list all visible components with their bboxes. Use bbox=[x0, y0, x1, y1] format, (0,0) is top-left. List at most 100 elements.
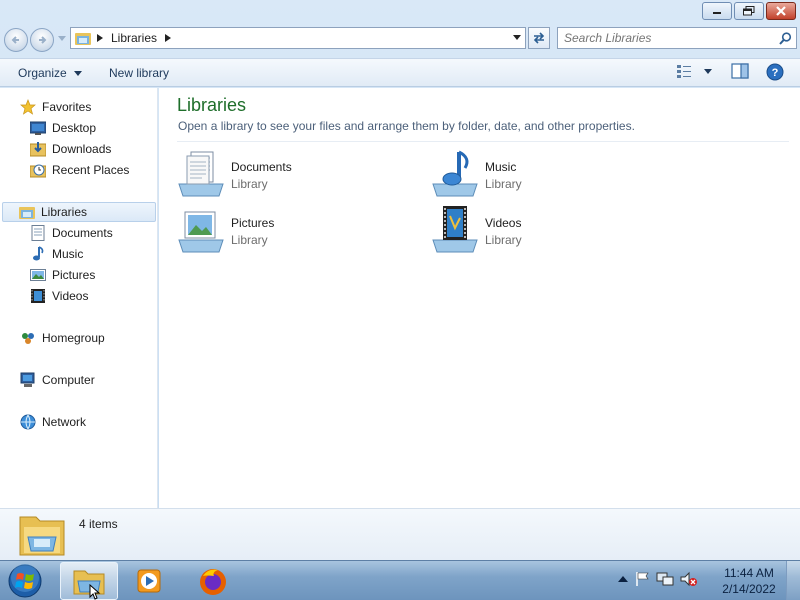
videos-icon bbox=[31, 289, 45, 303]
restore-button[interactable] bbox=[734, 2, 764, 20]
homegroup-icon bbox=[22, 333, 34, 344]
title-bar[interactable] bbox=[0, 0, 800, 24]
music-library-icon bbox=[432, 150, 478, 197]
nav-documents[interactable]: Documents bbox=[30, 223, 113, 243]
clock-date: 2/14/2022 bbox=[722, 582, 776, 596]
nav-label: Libraries bbox=[41, 205, 88, 219]
nav-label: Videos bbox=[52, 289, 89, 303]
restore-icon bbox=[743, 6, 755, 16]
mouse-cursor-icon bbox=[89, 584, 101, 600]
libraries-icon bbox=[19, 207, 35, 219]
view-details-icon bbox=[677, 65, 691, 78]
nav-recent-places[interactable]: Recent Places bbox=[30, 160, 129, 180]
library-type: Library bbox=[231, 177, 268, 191]
clock[interactable]: 11:44 AM 2/14/2022 bbox=[716, 565, 782, 597]
svg-text:?: ? bbox=[772, 67, 779, 79]
libraries-icon bbox=[19, 516, 65, 556]
music-icon bbox=[33, 246, 44, 261]
library-tile-music[interactable]: Music Library bbox=[431, 150, 671, 202]
star-icon bbox=[20, 99, 36, 115]
nav-label: Pictures bbox=[52, 268, 96, 282]
minimize-button[interactable] bbox=[702, 2, 732, 20]
page-title: Libraries bbox=[177, 95, 247, 115]
downloads-icon bbox=[30, 142, 46, 157]
library-tile-documents[interactable]: Documents Library bbox=[177, 150, 417, 202]
library-tile-videos[interactable]: Videos Library bbox=[431, 206, 671, 258]
nav-videos[interactable]: Videos bbox=[30, 286, 88, 306]
documents-icon bbox=[31, 225, 45, 241]
library-type: Library bbox=[231, 233, 268, 247]
details-pane: 4 items bbox=[0, 508, 800, 560]
taskbar-media-player[interactable] bbox=[120, 562, 178, 600]
organize-button[interactable]: Organize bbox=[18, 66, 83, 80]
nav-label: Computer bbox=[42, 373, 95, 387]
arrow-left-icon bbox=[11, 36, 19, 44]
chevron-down-icon bbox=[74, 71, 83, 77]
close-icon bbox=[776, 6, 786, 16]
nav-label: Network bbox=[42, 415, 87, 429]
organize-label: Organize bbox=[18, 66, 67, 80]
help-button[interactable]: ? bbox=[766, 63, 784, 81]
search-icon[interactable] bbox=[779, 32, 792, 45]
address-row: Libraries bbox=[0, 24, 800, 54]
taskbar-firefox[interactable] bbox=[184, 562, 242, 600]
videos-library-icon bbox=[432, 206, 478, 253]
start-button[interactable] bbox=[6, 563, 44, 599]
arrow-right-icon bbox=[39, 36, 47, 44]
preview-pane-icon bbox=[731, 63, 749, 79]
recent-places-icon bbox=[30, 164, 46, 178]
back-button[interactable] bbox=[4, 28, 28, 52]
show-hidden-icons-icon[interactable] bbox=[618, 575, 628, 583]
nav-homegroup[interactable]: Homegroup bbox=[20, 328, 105, 348]
nav-pictures[interactable]: Pictures bbox=[30, 265, 95, 285]
change-view-button[interactable] bbox=[676, 63, 712, 79]
nav-label: Homegroup bbox=[42, 331, 105, 345]
address-bar[interactable]: Libraries bbox=[70, 27, 526, 49]
pictures-library-icon bbox=[178, 211, 224, 253]
nav-desktop[interactable]: Desktop bbox=[30, 118, 96, 138]
volume-muted-icon[interactable] bbox=[680, 571, 698, 587]
media-player-icon bbox=[137, 569, 161, 593]
search-input[interactable] bbox=[564, 31, 774, 45]
nav-label: Desktop bbox=[52, 121, 97, 135]
library-tile-pictures[interactable]: Pictures Library bbox=[177, 206, 417, 258]
recent-pages-chevron-icon[interactable] bbox=[58, 36, 66, 41]
taskbar: 11:44 AM 2/14/2022 bbox=[0, 560, 800, 600]
nav-label: Documents bbox=[52, 226, 113, 240]
clock-time: 11:44 AM bbox=[724, 566, 774, 580]
library-name: Documents bbox=[231, 160, 292, 174]
close-button[interactable] bbox=[766, 2, 796, 20]
breadcrumb-arrow-icon[interactable] bbox=[97, 34, 103, 42]
forward-button[interactable] bbox=[30, 28, 54, 52]
breadcrumb-libraries[interactable]: Libraries bbox=[111, 31, 157, 45]
refresh-icon bbox=[533, 32, 545, 44]
nav-computer[interactable]: Computer bbox=[20, 370, 95, 390]
breadcrumb-arrow-icon[interactable] bbox=[165, 34, 172, 42]
network-icon[interactable] bbox=[656, 571, 674, 587]
show-desktop-button[interactable] bbox=[786, 561, 800, 600]
action-center-flag-icon[interactable] bbox=[634, 571, 650, 587]
nav-music[interactable]: Music bbox=[30, 244, 83, 264]
nav-label: Music bbox=[52, 247, 84, 261]
search-box[interactable] bbox=[557, 27, 797, 49]
libraries-icon bbox=[75, 33, 91, 45]
nav-label: Downloads bbox=[52, 142, 112, 156]
content-pane: Libraries Open a library to see your fil… bbox=[159, 88, 800, 508]
nav-network[interactable]: Network bbox=[20, 412, 86, 432]
documents-library-icon bbox=[178, 151, 224, 197]
nav-label: Favorites bbox=[42, 100, 92, 114]
preview-pane-button[interactable] bbox=[731, 63, 749, 79]
nav-favorites[interactable]: Favorites bbox=[20, 97, 91, 117]
navigation-pane: Favorites Desktop Downloads Recent Place… bbox=[0, 88, 158, 508]
command-bar: Organize New library ? bbox=[0, 58, 800, 87]
nav-libraries[interactable]: Libraries bbox=[2, 202, 156, 222]
page-subtitle: Open a library to see your files and arr… bbox=[178, 119, 635, 133]
computer-icon bbox=[20, 372, 35, 387]
address-dropdown-icon[interactable] bbox=[513, 35, 521, 40]
refresh-button[interactable] bbox=[528, 27, 550, 49]
nav-downloads[interactable]: Downloads bbox=[30, 139, 111, 159]
library-name: Pictures bbox=[231, 216, 275, 230]
divider bbox=[177, 141, 789, 142]
windows-logo-icon bbox=[8, 564, 42, 598]
new-library-button[interactable]: New library bbox=[109, 66, 169, 80]
